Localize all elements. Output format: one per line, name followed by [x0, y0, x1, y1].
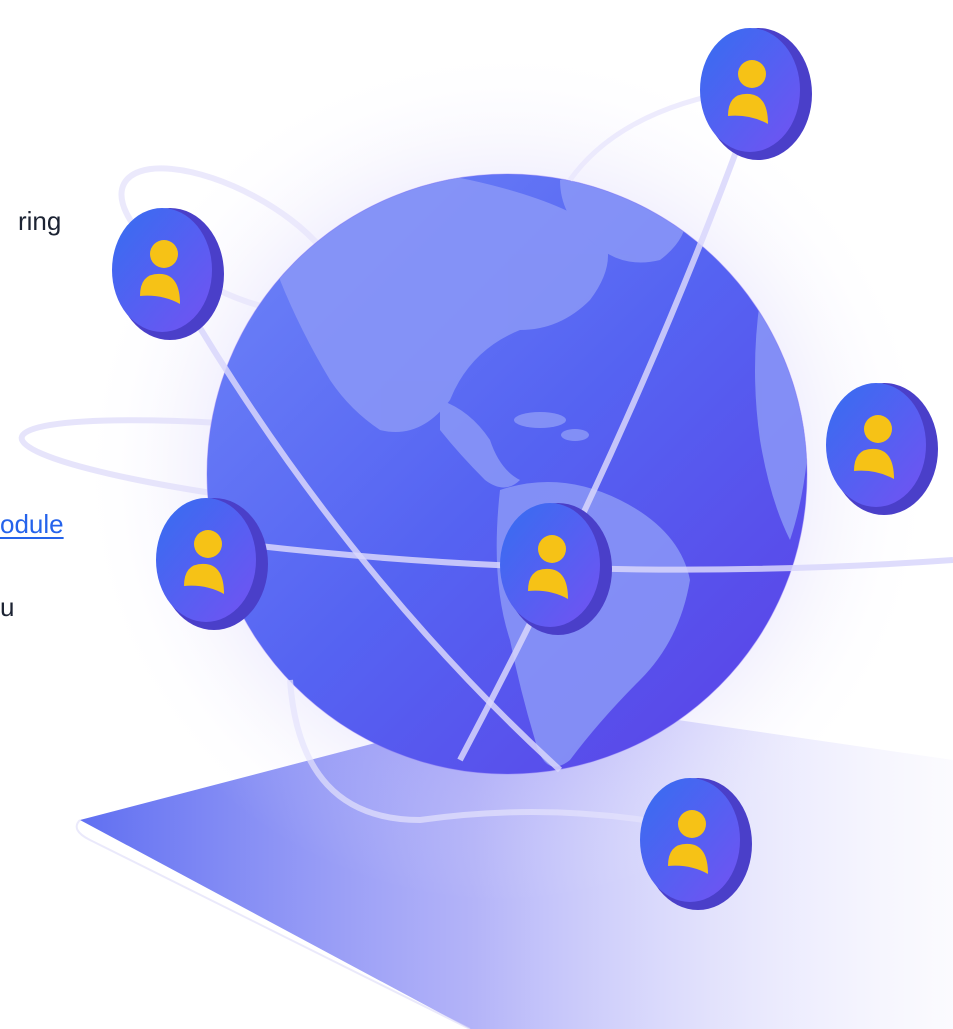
globe-network-illustration — [18, 28, 953, 1029]
